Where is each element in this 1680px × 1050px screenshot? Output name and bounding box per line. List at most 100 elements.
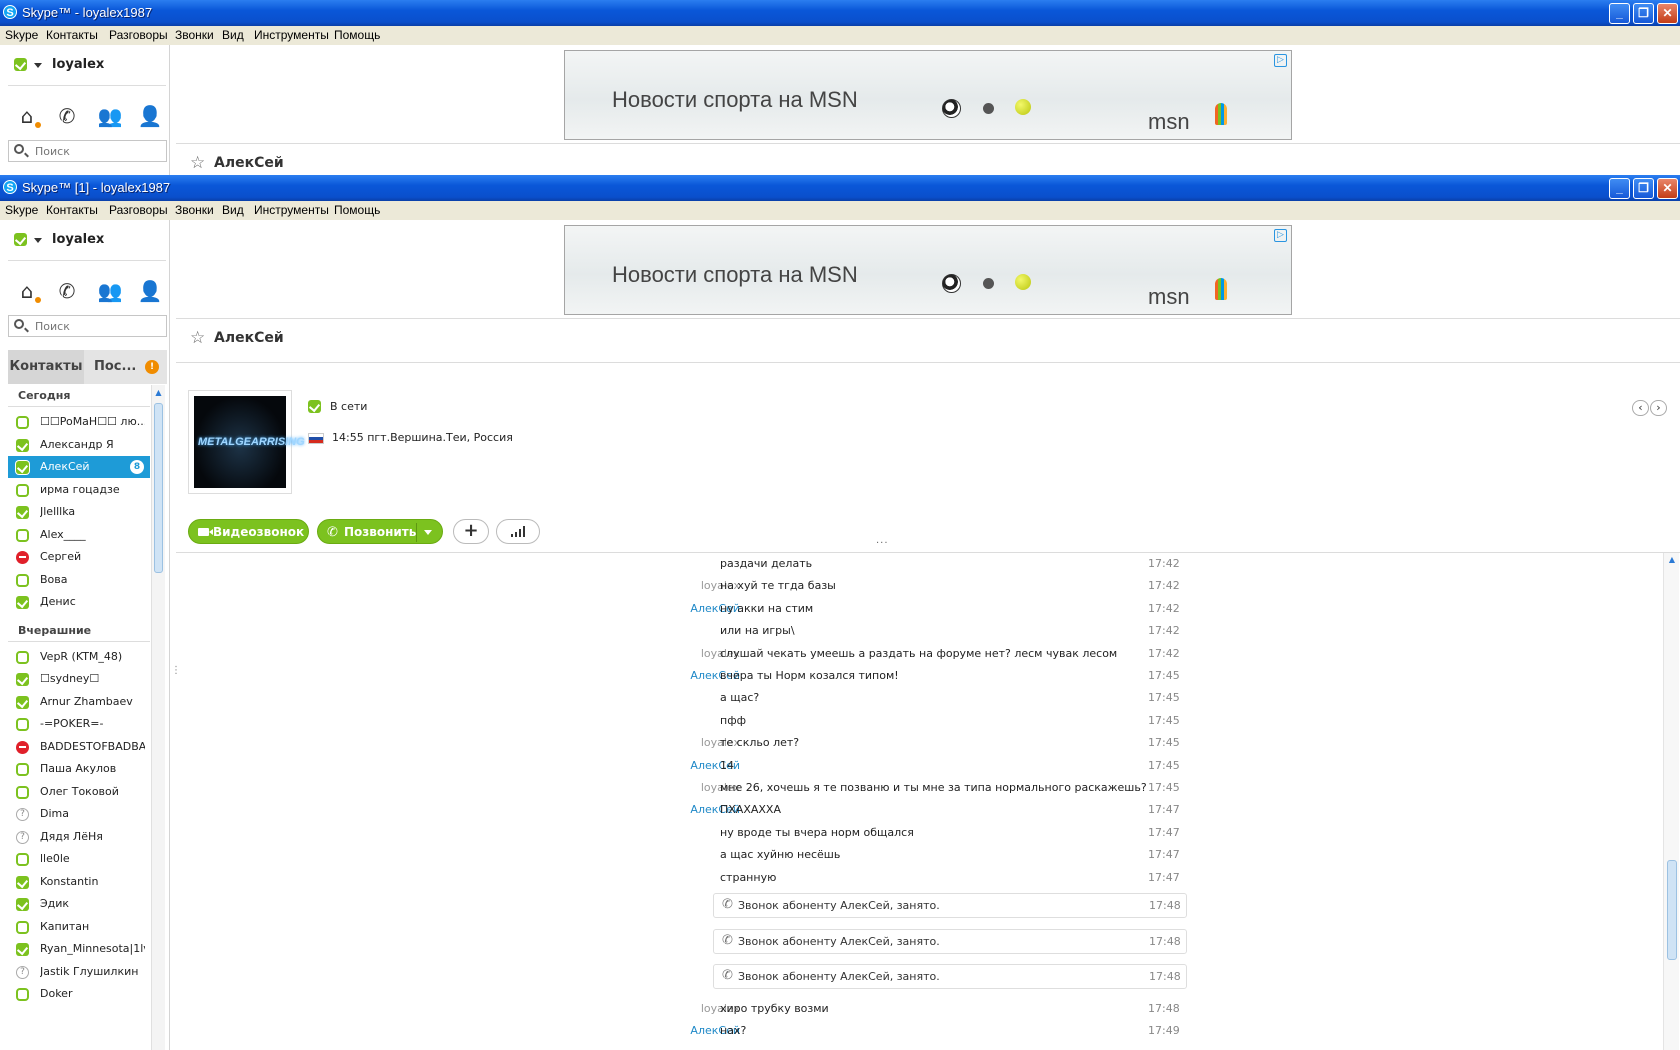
chat-scrollbar[interactable]: ▲	[1663, 553, 1679, 1050]
message-time: 17:42	[1148, 601, 1180, 615]
contact-list: Сегодня ☐☐PoMaH☐☐ лю... Александр Я АлекСей…	[8, 385, 150, 1050]
phone-icon[interactable]: ✆	[54, 278, 80, 304]
title-bar[interactable]: S Skype™ - loyalex1987 _ ❐ ✕	[0, 0, 1680, 26]
contact-list-item[interactable]: АлекСей 8	[8, 456, 150, 478]
contact-list-item[interactable]: ☐sydney☐	[8, 668, 150, 690]
tab-contacts[interactable]: Контакты	[8, 350, 84, 384]
status-online-icon	[16, 438, 29, 452]
contact-list-item[interactable]: Сергей	[8, 546, 150, 568]
close-button[interactable]: ✕	[1657, 3, 1678, 24]
contact-list-scrollbar[interactable]: ▲	[151, 385, 165, 1050]
contact-name: Konstantin	[40, 874, 99, 888]
add-people-button[interactable]: +	[453, 519, 489, 544]
contact-list-item[interactable]: ирма гоцадзе	[8, 479, 150, 501]
title-bar[interactable]: S Skype™ [1] - loyalex1987 _ ❐ ✕	[0, 175, 1680, 201]
call-button[interactable]: ✆ Позвонить	[317, 519, 443, 544]
status-online-icon	[16, 673, 29, 686]
ad-choices-icon[interactable]: ▷	[1274, 229, 1287, 242]
contact-name: -=POKER=-	[40, 717, 104, 730]
contact-list-item[interactable]: Олег Токовой	[8, 781, 150, 803]
home-icon[interactable]: ⌂	[14, 278, 41, 304]
chevron-down-icon[interactable]	[424, 530, 432, 535]
contact-list-item[interactable]: Arnur Zhambaev	[8, 691, 150, 713]
message-text: слушай чекать умеешь а раздать на форуме…	[720, 646, 1118, 660]
scrollbar-thumb[interactable]	[1667, 860, 1677, 960]
star-icon[interactable]: ☆	[190, 328, 205, 348]
group-icon[interactable]: 👥	[95, 278, 125, 304]
search-input[interactable]	[35, 318, 160, 334]
menu-tools[interactable]: Инструменты	[254, 203, 329, 217]
status-unknown-icon: ?	[16, 965, 29, 979]
contact-list-item[interactable]: ☐☐PoMaH☐☐ лю...	[8, 411, 150, 433]
video-call-button[interactable]: Видеозвонок	[188, 519, 309, 544]
tab-recent[interactable]: Пос...	[94, 350, 136, 384]
search-input[interactable]	[35, 143, 160, 159]
chat-message: loyalex слушай чекать умеешь а раздать на…	[176, 643, 1660, 665]
menu-contacts[interactable]: Контакты	[46, 203, 98, 217]
menu-conversations[interactable]: Разговоры	[109, 203, 168, 217]
menu-conversations[interactable]: Разговоры	[109, 28, 168, 42]
maximize-button[interactable]: ❐	[1633, 3, 1654, 24]
maximize-button[interactable]: ❐	[1633, 178, 1654, 199]
tennis-ball-icon	[1015, 274, 1031, 290]
close-button[interactable]: ✕	[1657, 178, 1678, 199]
menu-help[interactable]: Помощь	[334, 203, 380, 217]
ad-choices-icon[interactable]: ▷	[1274, 54, 1287, 67]
ad-banner[interactable]: Новости спорта на MSN msn ▷	[564, 50, 1292, 140]
contact-list-item[interactable]: Паша Акулов	[8, 758, 150, 780]
phone-icon[interactable]: ✆	[54, 103, 80, 129]
scroll-up-icon[interactable]: ▲	[1667, 555, 1677, 565]
contact-list-item[interactable]: ? Jastik Глушилкин	[8, 961, 150, 983]
contact-list-item[interactable]: BADDESTOFBADBA...	[8, 736, 150, 758]
contact-list-item[interactable]: Александр Я	[8, 434, 150, 456]
menu-skype[interactable]: Skype	[5, 203, 38, 217]
search-box[interactable]	[8, 315, 167, 337]
minimize-button[interactable]: _	[1609, 178, 1630, 199]
contact-list-item[interactable]: Вова	[8, 569, 150, 591]
menu-calls[interactable]: Звонки	[175, 28, 214, 42]
scrollbar-thumb[interactable]	[154, 403, 163, 573]
search-box[interactable]	[8, 140, 167, 162]
chevron-right-icon[interactable]: ›	[1650, 400, 1667, 416]
contact-list-item[interactable]: Konstantin	[8, 871, 150, 893]
chat-message: loyalex на хуй те тгда базы 17:42	[176, 575, 1660, 597]
contact-list-item[interactable]: Doker	[8, 983, 150, 1005]
menu-calls[interactable]: Звонки	[175, 203, 214, 217]
chat-resize-handle[interactable]: ...	[876, 535, 889, 546]
tab-recent-badge: !	[145, 360, 159, 374]
scroll-up-icon[interactable]: ▲	[154, 387, 163, 398]
menu-contacts[interactable]: Контакты	[46, 28, 98, 42]
ad-banner[interactable]: Новости спорта на MSN msn ▷	[564, 225, 1292, 315]
contact-list-item[interactable]: ? Дядя ЛёНя	[8, 826, 150, 848]
profile-nav: ‹ ›	[1632, 400, 1668, 416]
home-icon[interactable]: ⌂	[14, 103, 41, 129]
splitter-handle[interactable]: ⋮	[171, 665, 181, 679]
divider	[176, 143, 1680, 144]
add-contact-icon[interactable]: 👤	[137, 103, 163, 129]
contact-list-item[interactable]: Ryan_Minnesota|1lvl|	[8, 938, 150, 960]
menu-skype[interactable]: Skype	[5, 28, 38, 42]
contact-list-item[interactable]: Денис	[8, 591, 150, 613]
menu-view[interactable]: Вид	[222, 203, 244, 217]
contact-list-item[interactable]: -=POKER=-	[8, 713, 150, 735]
contact-list-item[interactable]: Alex____	[8, 524, 150, 546]
contact-list-item[interactable]: ? Dima	[8, 803, 150, 825]
menu-tools[interactable]: Инструменты	[254, 28, 329, 42]
add-contact-icon[interactable]: 👤	[137, 278, 163, 304]
contact-list-item[interactable]: Капитан	[8, 916, 150, 938]
minimize-button[interactable]: _	[1609, 3, 1630, 24]
contact-list-item[interactable]: lle0le	[8, 848, 150, 870]
contact-avatar[interactable]: METALGEARRISING	[188, 390, 305, 494]
contact-name: VepR (KTM_48)	[40, 649, 123, 663]
chevron-left-icon[interactable]: ‹	[1632, 400, 1649, 416]
call-quality-button[interactable]	[496, 519, 540, 544]
menu-view[interactable]: Вид	[222, 28, 244, 42]
call-event-time: 17:48	[1149, 970, 1181, 983]
contact-list-item[interactable]: Эдик	[8, 893, 150, 915]
group-icon[interactable]: 👥	[95, 103, 125, 129]
call-event-text: Звонок абоненту АлекСей, занято.	[738, 934, 940, 948]
contact-list-item[interactable]: Jlelllka	[8, 501, 150, 523]
star-icon[interactable]: ☆	[190, 153, 205, 173]
menu-help[interactable]: Помощь	[334, 28, 380, 42]
contact-list-item[interactable]: VepR (KTM_48)	[8, 646, 150, 668]
